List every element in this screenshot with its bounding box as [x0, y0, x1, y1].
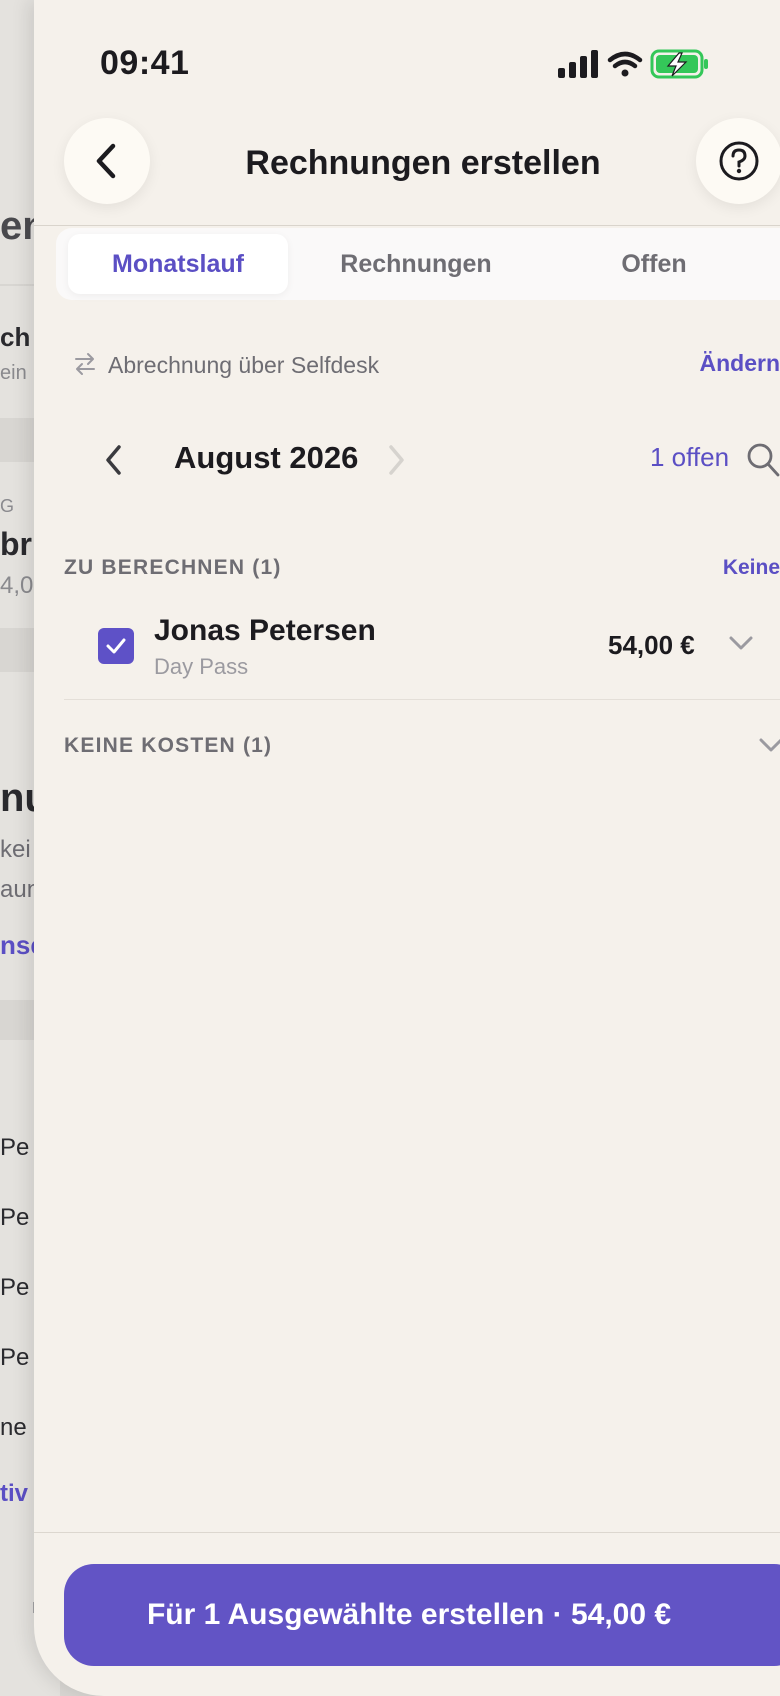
bg-text: kei — [0, 836, 31, 863]
bg-text: G — [0, 496, 15, 516]
billing-method-text: Abrechnung über Selfdesk — [108, 352, 380, 378]
help-button[interactable] — [696, 118, 780, 204]
previous-month-button[interactable] — [104, 444, 124, 476]
page-title: Rechnungen erstellen — [245, 144, 601, 182]
deselect-all-link[interactable]: Keine — [723, 556, 780, 580]
footer-divider — [34, 1532, 780, 1533]
item-amount: 54,00 € — [608, 630, 695, 660]
cellular-signal-icon — [558, 50, 598, 78]
status-icons — [558, 48, 758, 82]
list-item[interactable]: Jonas Petersen Day Pass 54,00 € — [64, 606, 780, 700]
checkmark-icon — [106, 638, 126, 654]
section-title: ZU BERECHNEN (1) — [64, 556, 282, 579]
bg-text: ein : — [0, 362, 38, 384]
section-header-to-bill: ZU BERECHNEN (1) Keine — [64, 556, 780, 580]
nav-bar: Rechnungen erstellen — [34, 118, 780, 226]
month-selector: August 2026 1 offen — [74, 434, 780, 486]
search-icon[interactable] — [746, 442, 780, 478]
change-billing-link[interactable]: Ändern — [700, 350, 780, 377]
swap-arrows-icon — [75, 353, 95, 375]
nav-divider — [34, 225, 780, 226]
tab-monatslauf[interactable]: Monatslauf — [68, 234, 288, 294]
status-time: 09:41 — [100, 44, 190, 82]
status-bar: 09:41 — [34, 0, 780, 120]
section-header-no-cost[interactable]: KEINE KOSTEN (1) — [64, 734, 780, 758]
section-title: KEINE KOSTEN (1) — [64, 734, 273, 757]
bg-text: 4,0 — [0, 572, 34, 599]
bg-text: br — [0, 526, 32, 562]
bg-text: ch — [0, 322, 31, 352]
customer-name: Jonas Petersen — [154, 614, 376, 647]
bg-text: Pe — [0, 1134, 30, 1161]
create-invoices-sheet: 09:41 Rechnungen erstellen Monatslauf Re… — [34, 0, 780, 1696]
bg-link: tiv — [0, 1480, 29, 1507]
chevron-down-icon[interactable] — [728, 634, 754, 652]
wifi-icon — [607, 51, 643, 77]
tab-rechnungen[interactable]: Rechnungen — [294, 234, 538, 294]
bg-text: Pe — [0, 1274, 30, 1301]
chevron-down-icon[interactable] — [758, 734, 780, 756]
create-invoices-button[interactable]: Für 1 Ausgewählte erstellen · 54,00 € — [64, 1564, 780, 1666]
month-label: August 2026 — [174, 440, 359, 475]
create-invoices-label: Für 1 Ausgewählte erstellen · 54,00 € — [146, 1598, 672, 1631]
plan-name: Day Pass — [154, 654, 249, 679]
next-month-button[interactable] — [386, 444, 406, 476]
bg-text: Pe — [0, 1344, 30, 1371]
billing-method-row: Abrechnung über Selfdesk Ändern — [74, 348, 780, 388]
item-checkbox[interactable] — [98, 628, 134, 664]
open-count[interactable]: 1 offen — [650, 442, 729, 473]
battery-charging-icon — [650, 49, 708, 79]
bg-text: Pe — [0, 1204, 30, 1231]
signal-wifi-battery-icons — [558, 49, 708, 79]
help-icon — [719, 141, 759, 181]
segmented-tabs: Monatslauf Rechnungen Offen — [56, 228, 780, 300]
tab-offen[interactable]: Offen — [544, 234, 764, 294]
